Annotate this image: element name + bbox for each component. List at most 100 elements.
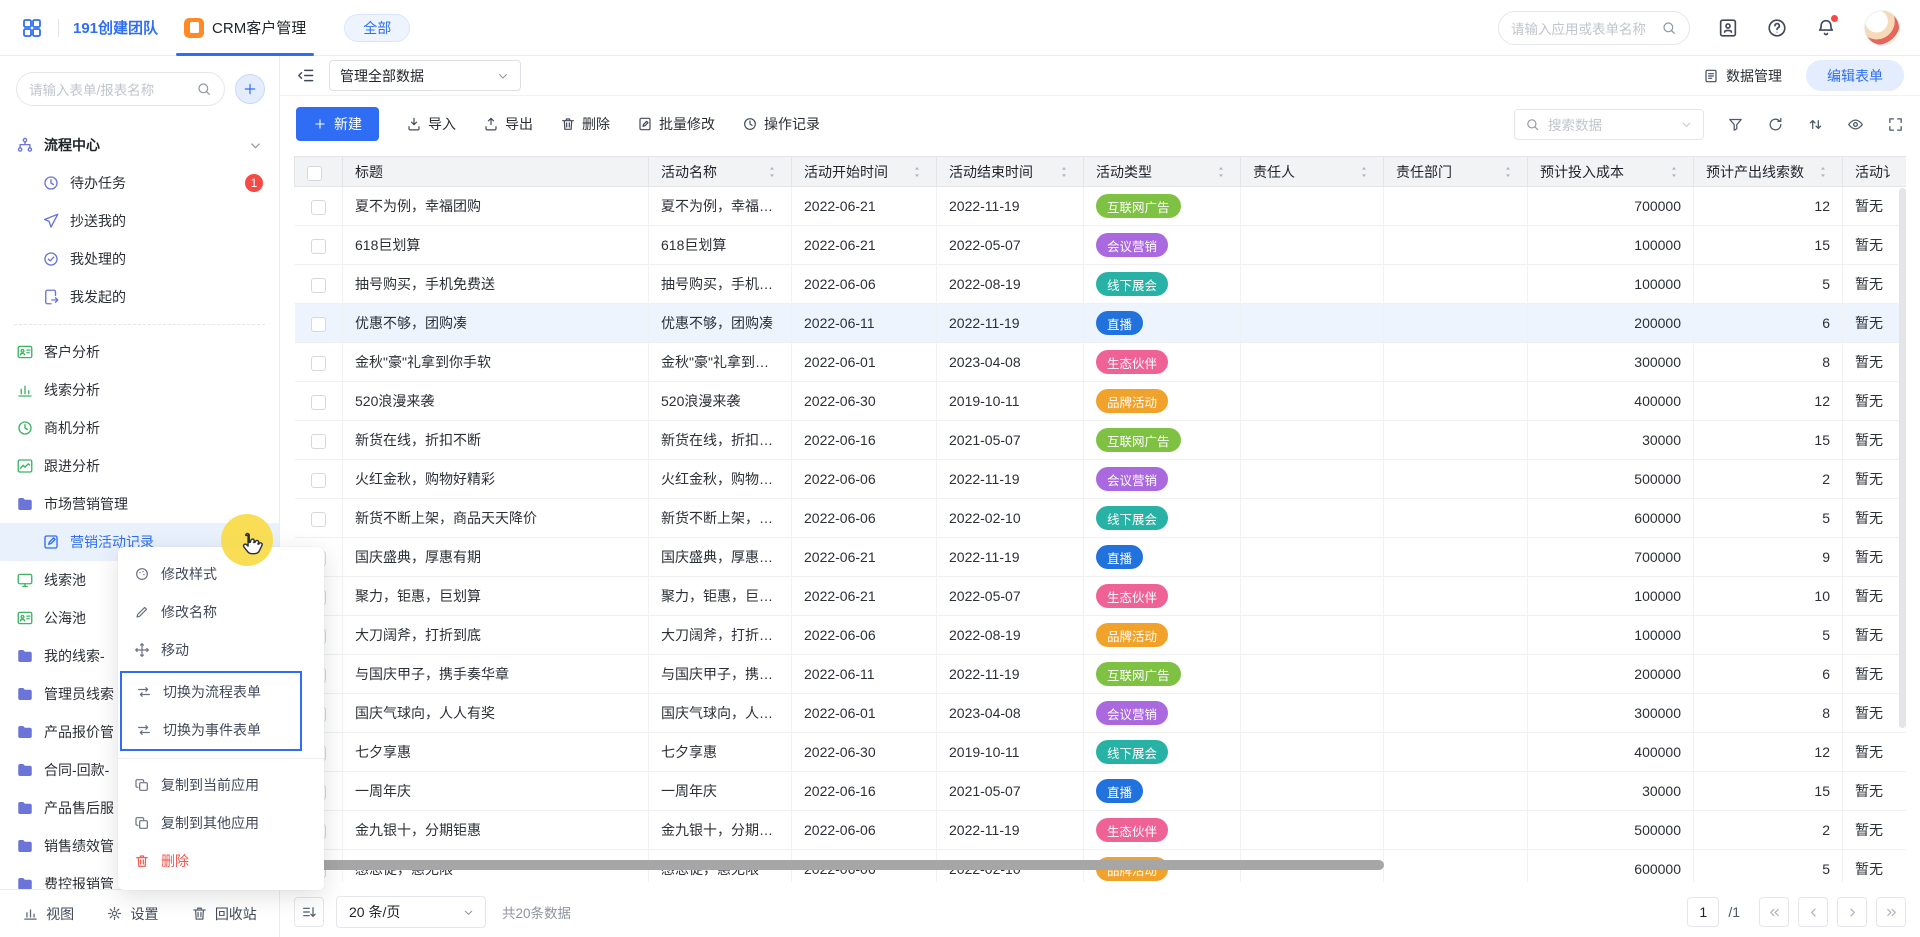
tab-crm-app[interactable]: CRM客户管理 (176, 0, 314, 56)
team-name-link[interactable]: 191创建团队 (73, 17, 158, 38)
row-checkbox[interactable] (311, 512, 326, 527)
help-icon[interactable] (1766, 17, 1788, 39)
sidebar-item[interactable]: 我发起的 (0, 278, 279, 316)
export-button[interactable]: 导出 (483, 114, 533, 134)
avatar[interactable] (1864, 10, 1900, 46)
form-search-input[interactable]: 请输入表单/报表名称 (16, 72, 225, 106)
sort-caret-icon[interactable] (1501, 165, 1515, 179)
table-row[interactable]: 火红金秋，购物好精彩火红金秋，购物好精彩2022-06-062022-11-19… (295, 460, 1907, 499)
table-row[interactable]: 夏不为例，幸福团购夏不为例，幸福团购2022-06-212022-11-19互联… (295, 187, 1907, 226)
column-header[interactable]: 活动开始时间 (792, 157, 937, 187)
sort-caret-icon[interactable] (1357, 165, 1371, 179)
add-form-button[interactable] (235, 74, 265, 104)
refresh-icon[interactable] (1767, 116, 1784, 133)
table-row[interactable]: 国庆气球向，人人有奖国庆气球向，人人有奖2022-06-012023-04-08… (295, 694, 1907, 733)
row-height-button[interactable] (294, 897, 324, 927)
column-header[interactable]: 责任人 (1241, 157, 1384, 187)
sidebar-item[interactable]: 抄送我的 (0, 202, 279, 240)
contacts-icon[interactable] (1717, 17, 1739, 39)
fullscreen-icon[interactable] (1887, 116, 1904, 133)
menu-item[interactable]: 复制到其他应用 (118, 804, 324, 842)
column-header[interactable]: 活动名称 (649, 157, 792, 187)
menu-item[interactable]: 修改样式 (118, 555, 324, 593)
row-checkbox[interactable] (311, 239, 326, 254)
last-page-button[interactable] (1876, 897, 1906, 927)
table-row[interactable]: 大刀阔斧，打折到底大刀阔斧，打折到底2022-06-062022-08-19品牌… (295, 616, 1907, 655)
first-page-button[interactable] (1759, 897, 1789, 927)
table-row[interactable]: 新货不断上架，商品天天降价新货不断上架，商品...2022-06-062022-… (295, 499, 1907, 538)
table-row[interactable]: 与国庆甲子，携手奏华章与国庆甲子，携手奏...2022-06-112022-11… (295, 655, 1907, 694)
filter-funnel-icon[interactable] (1727, 116, 1744, 133)
current-page-input[interactable]: 1 (1687, 897, 1719, 927)
prev-page-button[interactable] (1798, 897, 1828, 927)
sort-caret-icon[interactable] (1667, 165, 1681, 179)
new-record-button[interactable]: 新建 (296, 107, 379, 141)
menu-item[interactable]: 切换为事件表单 (122, 711, 300, 749)
action-log-button[interactable]: 操作记录 (742, 114, 820, 134)
apps-grid-icon[interactable] (20, 16, 44, 40)
vertical-scrollbar[interactable] (1899, 188, 1906, 728)
table-row[interactable]: 金九银十，分期钜惠金九银十，分期钜惠2022-06-062022-11-19生态… (295, 811, 1907, 850)
cell-type: 线下展会 (1084, 733, 1241, 772)
table-row[interactable]: 新货在线，折扣不断新货在线，折扣不断2022-06-162021-05-07互联… (295, 421, 1907, 460)
column-visibility-eye-icon[interactable] (1847, 116, 1864, 133)
data-scope-select[interactable]: 管理全部数据 (329, 60, 521, 91)
select-all-checkbox[interactable] (307, 166, 322, 181)
sidebar-footer-gear[interactable]: 设置 (106, 904, 158, 924)
sidebar-item[interactable]: 待办任务 1 (0, 164, 279, 202)
table-row[interactable]: 国庆盛典，厚惠有期国庆盛典，厚惠有期2022-06-212022-11-19直播… (295, 538, 1907, 577)
notifications-bell-icon[interactable] (1815, 17, 1837, 39)
global-search-input[interactable]: 请输入应用或表单名称 (1498, 11, 1690, 45)
table-row[interactable]: 520浪漫来袭520浪漫来袭2022-06-302019-10-11品牌活动40… (295, 382, 1907, 421)
sidebar-footer-trash[interactable]: 回收站 (191, 904, 257, 924)
sidebar-item[interactable]: 商机分析 (0, 409, 279, 447)
menu-item[interactable]: 移动 (118, 631, 324, 669)
table-row[interactable]: 聚力，钜惠，巨划算聚力，钜惠，巨划算2022-06-212022-05-07生态… (295, 577, 1907, 616)
menu-item[interactable]: 删除 (118, 842, 324, 880)
sort-caret-icon[interactable] (765, 165, 779, 179)
sort-caret-icon[interactable] (1057, 165, 1071, 179)
column-header[interactable]: 活动类型 (1084, 157, 1241, 187)
column-header[interactable]: 预计产出线索数 (1694, 157, 1843, 187)
table-row[interactable]: 618巨划算618巨划算2022-06-212022-05-07会议营销1000… (295, 226, 1907, 265)
menu-item[interactable]: 切换为流程表单 (122, 673, 300, 711)
table-search-input[interactable]: 搜索数据 (1514, 109, 1704, 140)
data-manage-button[interactable]: 数据管理 (1703, 66, 1782, 86)
row-checkbox[interactable] (311, 395, 326, 410)
table-row[interactable]: 优惠不够，团购凑优惠不够，团购凑2022-06-112022-11-19直播20… (295, 304, 1907, 343)
sidebar-item[interactable]: 线索分析 (0, 371, 279, 409)
row-checkbox[interactable] (311, 317, 326, 332)
sidebar-item[interactable]: 我处理的 (0, 240, 279, 278)
scope-badge[interactable]: 全部 (344, 14, 410, 42)
column-header[interactable]: 责任部门 (1384, 157, 1528, 187)
sidebar-item[interactable]: 流程中心 (0, 126, 279, 164)
row-checkbox[interactable] (311, 434, 326, 449)
sidebar-footer-bars[interactable]: 视图 (22, 904, 74, 924)
row-checkbox[interactable] (311, 278, 326, 293)
import-button[interactable]: 导入 (406, 114, 456, 134)
table-row[interactable]: 七夕享惠七夕享惠2022-06-302019-10-11线下展会40000012… (295, 733, 1907, 772)
page-size-select[interactable]: 20 条/页 (336, 896, 486, 928)
horizontal-scrollbar[interactable] (294, 860, 1384, 870)
edit-form-button[interactable]: 编辑表单 (1806, 60, 1904, 91)
table-row[interactable]: 抽号购买，手机免费送抽号购买，手机免费送2022-06-062022-08-19… (295, 265, 1907, 304)
row-checkbox[interactable] (311, 200, 326, 215)
collapse-sidebar-icon[interactable] (296, 66, 315, 85)
table-row[interactable]: 一周年庆一周年庆2022-06-162021-05-07直播3000015暂无 (295, 772, 1907, 811)
table-row[interactable]: 金秋"豪"礼拿到你手软金秋"豪"礼拿到你手软2022-06-012023-04-… (295, 343, 1907, 382)
next-page-button[interactable] (1837, 897, 1867, 927)
delete-button[interactable]: 删除 (560, 114, 610, 134)
batch-edit-button[interactable]: 批量修改 (637, 114, 715, 134)
row-checkbox[interactable] (311, 473, 326, 488)
sort-caret-icon[interactable] (1816, 165, 1830, 179)
sort-caret-icon[interactable] (1214, 165, 1228, 179)
menu-item[interactable]: 修改名称 (118, 593, 324, 631)
sidebar-item[interactable]: 客户分析 (0, 333, 279, 371)
sidebar-item[interactable]: 跟进分析 (0, 447, 279, 485)
sort-caret-icon[interactable] (910, 165, 924, 179)
row-checkbox[interactable] (311, 356, 326, 371)
sort-icon[interactable] (1807, 116, 1824, 133)
menu-item[interactable]: 复制到当前应用 (118, 766, 324, 804)
column-header[interactable]: 预计投入成本 (1528, 157, 1694, 187)
column-header[interactable]: 活动结束时间 (937, 157, 1084, 187)
